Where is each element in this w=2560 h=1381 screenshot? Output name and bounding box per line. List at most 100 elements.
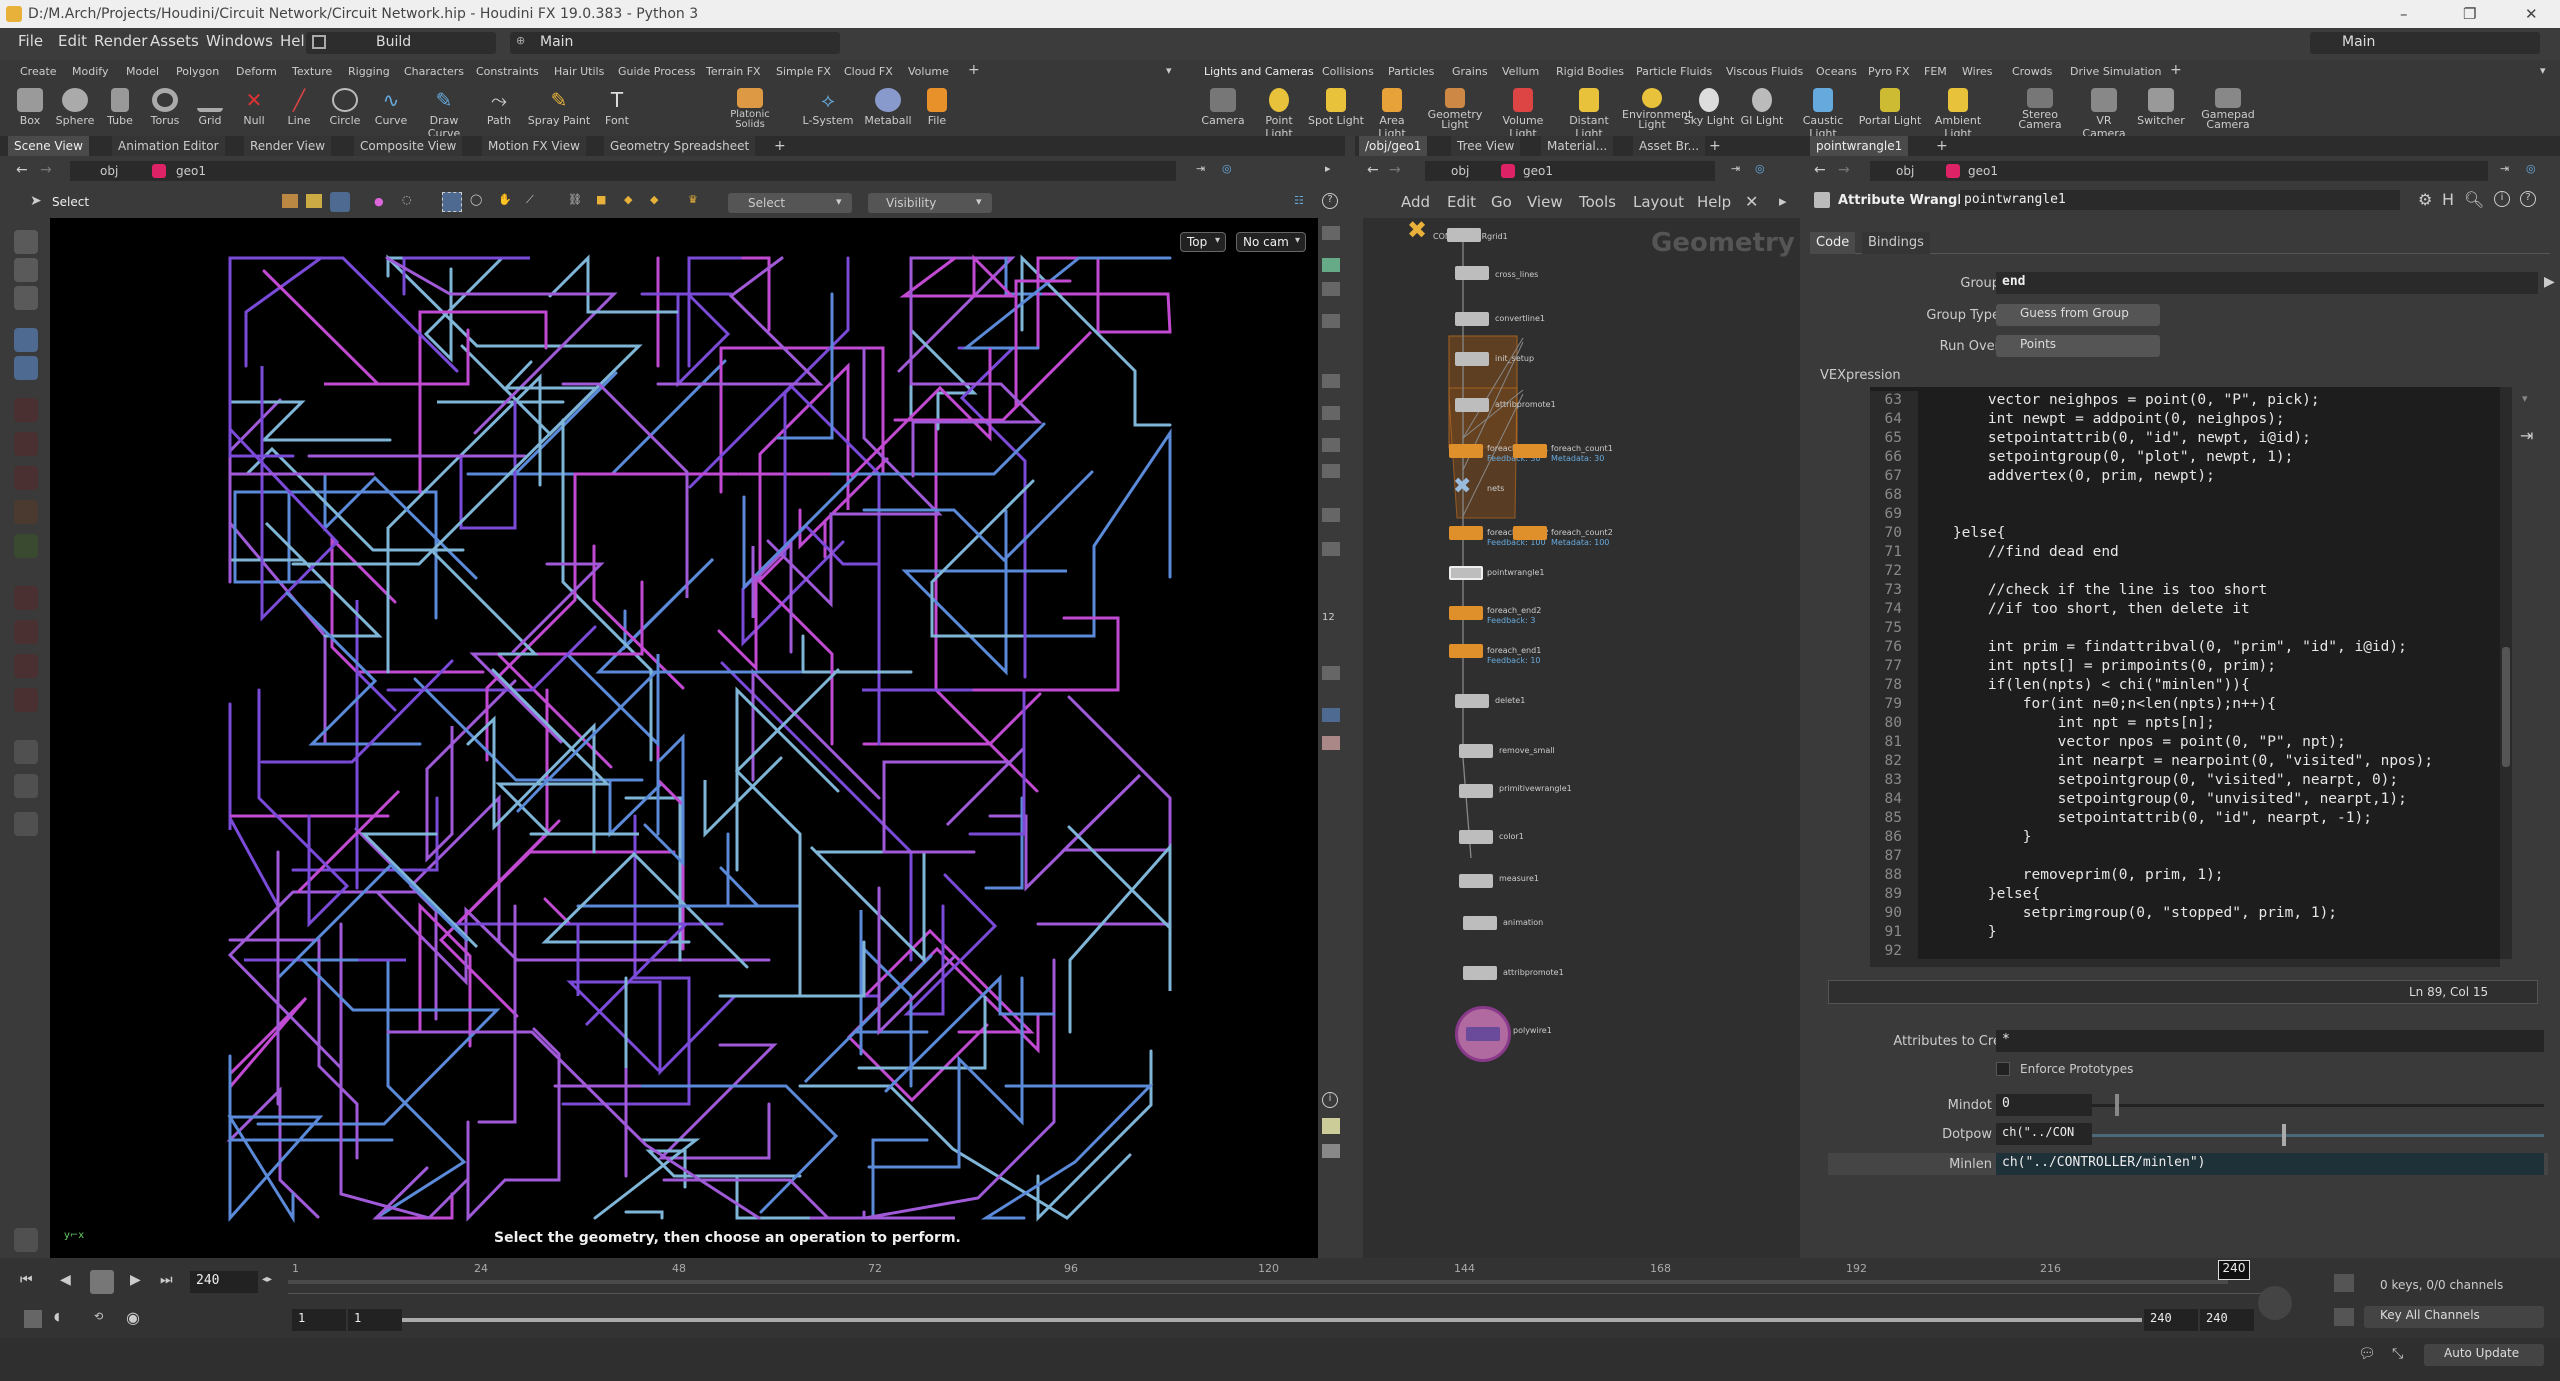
shelf-tab-create[interactable]: Create [20, 65, 57, 78]
restore-icon[interactable]: ❐ [2463, 0, 2476, 28]
start-frame-2[interactable]: 1 [348, 1309, 402, 1331]
tool-grid[interactable]: Grid [188, 80, 232, 142]
link-icon[interactable]: ◎ [1222, 162, 1232, 175]
net-menu-go[interactable]: Go [1491, 193, 1512, 211]
code-line[interactable]: 72 [1870, 562, 2490, 581]
shelf-tab-drive-simulation[interactable]: Drive Simulation [2070, 65, 2161, 78]
tool-portal-light[interactable]: Portal Light [1858, 80, 1922, 142]
view-dropdown[interactable]: Top ▾ [1180, 232, 1226, 252]
tool-environment-light[interactable]: Environment Light [1622, 80, 1692, 142]
tool-gi-light[interactable]: GI Light [1736, 80, 1788, 142]
node-polywire1[interactable] [1466, 1027, 1500, 1041]
tool-caustic-light[interactable]: Caustic Light [1788, 80, 1858, 142]
end-frame-1[interactable]: 240 [2144, 1309, 2198, 1331]
shelf-right-menu-icon[interactable]: ▾ [2540, 64, 2546, 77]
tab-motion-fx-view[interactable]: Motion FX View [482, 136, 586, 156]
node-foreach-begin2[interactable] [1449, 526, 1483, 540]
tab-tree-view[interactable]: Tree View [1451, 136, 1521, 156]
code-line[interactable]: 76 int prim = findattribval(0, "prim", "… [1870, 638, 2490, 657]
range-slider[interactable] [402, 1318, 2142, 1322]
tool-spray-paint[interactable]: ✎ Spray Paint [524, 80, 594, 142]
stretch-icon[interactable]: ⤡ [2392, 1346, 2403, 1362]
box-select-icon[interactable] [442, 192, 462, 212]
tool-circle[interactable]: Circle [322, 80, 368, 142]
pin-icon[interactable]: ⇥ [1196, 162, 1205, 175]
forward-arrow-icon[interactable]: → [1838, 162, 1850, 178]
tool-stereo-camera[interactable]: Stereo Camera [2012, 80, 2068, 142]
shelf-tab-lights-cameras[interactable]: Lights and Cameras [1204, 65, 1314, 78]
node-attribpromote2[interactable] [1463, 966, 1497, 980]
tool-gamepad-camera[interactable]: Gamepad Camera [2196, 80, 2260, 142]
brush-tool-icon[interactable] [14, 286, 38, 310]
tool-l-system[interactable]: ⟡ L-System [798, 80, 858, 142]
object-select-icon[interactable] [282, 194, 298, 208]
tool-path[interactable]: ⤳ Path [474, 80, 524, 142]
node-foreach-count1[interactable] [1513, 444, 1547, 458]
template-icon[interactable] [1322, 438, 1340, 452]
code-line[interactable]: 84 setpointgroup(0, "unvisited", nearpt,… [1870, 790, 2490, 809]
shelf-tab-volume[interactable]: Volume [908, 65, 949, 78]
tab-pointwrangle1[interactable]: pointwrangle1 [1810, 136, 1909, 156]
select-visible-icon[interactable]: ◆ [624, 193, 632, 206]
tab-scene-view[interactable]: Scene View [8, 136, 89, 156]
shelf-tab-grains[interactable]: Grains [1452, 65, 1488, 78]
add-shelf-tab-icon[interactable]: + [968, 62, 980, 78]
transform-tool-icon[interactable] [14, 500, 38, 524]
laser-select-icon[interactable]: ⟋ [526, 193, 534, 207]
code-line[interactable]: 85 setpointattrib(0, "id", nearpt, -1); [1870, 809, 2490, 828]
close-icon[interactable]: ✕ [2525, 0, 2538, 28]
geometry-select-icon[interactable] [306, 194, 322, 208]
code-editor[interactable]: 63 vector neighpos = point(0, "P", pick)… [1870, 387, 2500, 959]
jump-end-icon[interactable]: ⏭ [160, 1272, 173, 1288]
code-line[interactable]: 83 setpointgroup(0, "visited", nearpt, 0… [1870, 771, 2490, 790]
shelf-tab-particles[interactable]: Particles [1388, 65, 1434, 78]
back-arrow-icon[interactable]: ← [16, 162, 28, 178]
code-line[interactable]: 65 setpointattrib(0, "id", newpt, i@id); [1870, 429, 2490, 448]
menu-edit[interactable]: Edit [58, 32, 87, 50]
tool-point-light[interactable]: Point Light [1250, 80, 1308, 142]
visibility-dropdown[interactable]: Visibility ▾ [868, 193, 992, 213]
controller-null-icon[interactable]: ✖ [1407, 218, 1427, 244]
lock-icon[interactable] [14, 356, 38, 380]
back-arrow-icon[interactable]: ← [1814, 162, 1826, 178]
tab-render-view[interactable]: Render View [244, 136, 332, 156]
tool-camera[interactable]: Camera [1196, 80, 1250, 142]
forward-arrow-icon[interactable]: → [40, 162, 52, 178]
pose-tool-icon[interactable] [14, 258, 38, 282]
light-icon[interactable] [1322, 406, 1340, 420]
desktop-selector[interactable]: Build [306, 32, 496, 54]
code-line[interactable]: 67 addvertex(0, prim, newpt); [1870, 467, 2490, 486]
tool-spot-light[interactable]: Spot Light [1308, 80, 1364, 142]
code-line[interactable]: 91 } [1870, 923, 2490, 942]
component-select-icon[interactable] [330, 192, 350, 212]
add-shelf-tab-right-icon[interactable]: + [2170, 62, 2182, 78]
tab-material[interactable]: Material... [1541, 136, 1614, 156]
search-icon[interactable]: 🔍︎ [2464, 190, 2484, 209]
menu-render[interactable]: Render [94, 32, 147, 50]
normals-icon[interactable] [1322, 542, 1340, 556]
group-type-dropdown[interactable]: Guess from Group [1996, 304, 2160, 326]
shelf-tab-model[interactable]: Model [126, 65, 159, 78]
code-line[interactable]: 69 [1870, 505, 2490, 524]
mindot-slider-handle[interactable] [2114, 1094, 2119, 1116]
node-foreach-end1[interactable] [1449, 644, 1483, 658]
tool-sky-light[interactable]: Sky Light [1682, 80, 1736, 142]
shelf-tab-wires[interactable]: Wires [1962, 65, 1992, 78]
help-icon[interactable]: ? [1322, 193, 1338, 209]
code-line[interactable]: 79 for(int n=0;n<len(npts);n++){ [1870, 695, 2490, 714]
dotpow-field[interactable]: ch("../CON [1996, 1123, 2092, 1145]
code-line[interactable]: 81 vector npos = point(0, "P", npt); [1870, 733, 2490, 752]
view-tool-icon[interactable] [14, 534, 38, 558]
viewport[interactable]: Top ▾ No cam ▾ y⌐x Select the geometry, … [50, 218, 1318, 1258]
wrench-icon[interactable]: ✕ [1745, 192, 1758, 211]
crown-icon[interactable]: ♛ [688, 193, 698, 206]
menu-file[interactable]: File [18, 32, 43, 50]
node-name-field[interactable]: pointwrangle1 [1960, 190, 2400, 210]
move-tool-icon[interactable] [14, 398, 38, 422]
play-icon[interactable]: ▶ [130, 1272, 141, 1288]
start-frame-1[interactable]: 1 [292, 1309, 346, 1331]
xray-icon[interactable] [1322, 464, 1340, 478]
mindot-field[interactable]: 0 [1996, 1094, 2092, 1116]
menu-assets[interactable]: Assets [150, 32, 199, 50]
camera-dropdown[interactable]: No cam ▾ [1236, 232, 1306, 252]
